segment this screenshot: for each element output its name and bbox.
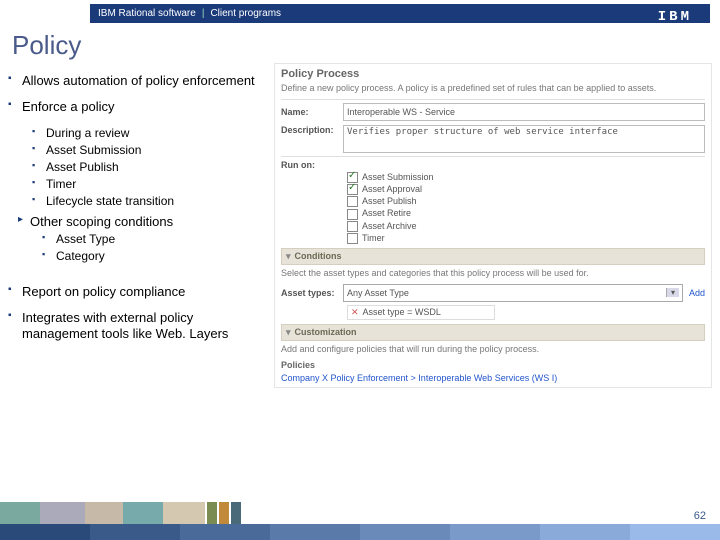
sub-asset-type: Asset Type — [56, 232, 266, 246]
sub-lifecycle: Lifecycle state transition — [46, 194, 266, 208]
checkbox-icon[interactable] — [347, 209, 358, 220]
opt-timer[interactable]: Timer — [281, 233, 705, 244]
bullet-enforce: Enforce a policy — [8, 99, 266, 115]
panel-desc: Define a new policy process. A policy is… — [281, 83, 705, 93]
checkbox-icon[interactable] — [347, 221, 358, 232]
sub-timer: Timer — [46, 177, 266, 191]
bullet-report: Report on policy compliance — [8, 284, 266, 300]
checkbox-icon[interactable] — [347, 233, 358, 244]
opt-archive[interactable]: Asset Archive — [281, 221, 705, 232]
sub-category: Category — [56, 249, 266, 263]
photo-strip — [0, 502, 720, 524]
remove-icon[interactable]: ✕ — [351, 307, 359, 318]
screenshot-panel: Policy Process Define a new policy proce… — [274, 63, 712, 493]
policy-breadcrumb[interactable]: Company X Policy Enforcement > Interoper… — [281, 373, 705, 383]
panel-heading: Policy Process — [281, 68, 705, 80]
opt-submission[interactable]: Asset Submission — [281, 172, 705, 183]
customization-desc: Add and configure policies that will run… — [281, 344, 705, 354]
policies-label: Policies — [281, 360, 705, 370]
ibm-logo: IBM — [658, 9, 692, 25]
page-title: Policy — [0, 24, 720, 63]
bullet-integrates: Integrates with external policy manageme… — [8, 310, 266, 343]
page-number: 62 — [694, 510, 706, 522]
sub-review: During a review — [46, 126, 266, 140]
opt-publish[interactable]: Asset Publish — [281, 196, 705, 207]
asset-types-label: Asset types: — [281, 288, 343, 298]
sub-submission: Asset Submission — [46, 143, 266, 157]
color-band — [0, 524, 720, 540]
bullet-automation: Allows automation of policy enforcement — [8, 73, 266, 89]
header-bar: IBM Rational software | Client programs … — [0, 0, 720, 24]
opt-approval[interactable]: Asset Approval — [281, 184, 705, 195]
desc-label: Description: — [281, 125, 343, 135]
conditions-desc: Select the asset types and categories th… — [281, 268, 705, 278]
bullet-other: Other scoping conditions — [30, 214, 266, 229]
checkbox-icon[interactable] — [347, 196, 358, 207]
runon-label: Run on: — [281, 160, 343, 170]
crumb-sep: | — [202, 8, 205, 19]
chevron-down-icon: ▾ — [666, 288, 679, 297]
add-link[interactable]: Add — [689, 288, 705, 298]
text-column: Allows automation of policy enforcement … — [8, 63, 274, 493]
asset-types-dropdown[interactable]: Any Asset Type▾ — [343, 284, 683, 302]
crumb-rational: IBM Rational software — [98, 8, 196, 19]
desc-field[interactable] — [343, 125, 705, 153]
crumb-client: Client programs — [210, 8, 281, 19]
breadcrumb: IBM Rational software | Client programs … — [90, 4, 710, 23]
name-field[interactable] — [343, 103, 705, 121]
asset-type-tag[interactable]: ✕ Asset type = WSDL — [347, 305, 495, 320]
conditions-header[interactable]: Conditions — [281, 248, 705, 265]
footer: 62 — [0, 502, 720, 540]
checkbox-icon[interactable] — [347, 184, 358, 195]
customization-header[interactable]: Customization — [281, 324, 705, 341]
sub-publish: Asset Publish — [46, 160, 266, 174]
name-label: Name: — [281, 107, 343, 117]
opt-retire[interactable]: Asset Retire — [281, 208, 705, 219]
